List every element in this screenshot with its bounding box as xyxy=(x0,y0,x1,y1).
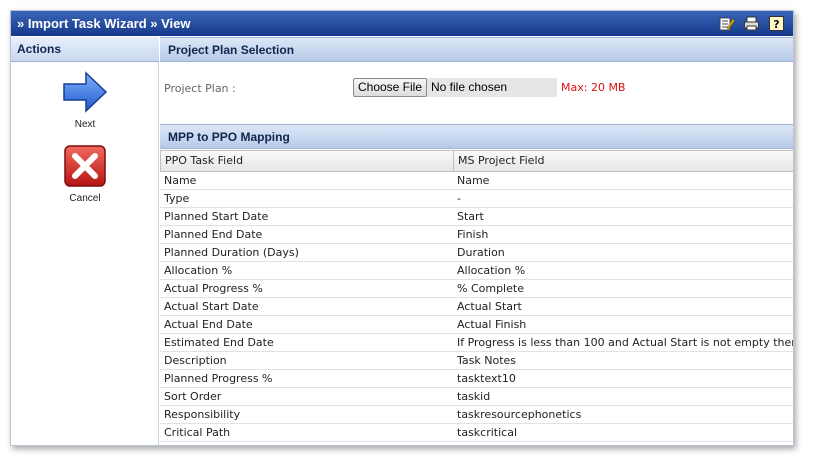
ppo-field-cell: Planned Progress % xyxy=(164,372,273,385)
table-row: Planned End Date Finish xyxy=(160,226,793,244)
ppo-field-cell: Planned Start Date xyxy=(164,210,269,223)
actions-panel: Next Cancel xyxy=(11,62,159,445)
edit-list-icon[interactable] xyxy=(718,15,735,32)
mapping-table: PPO Task Field MS Project Field Name Name… xyxy=(160,150,793,442)
ms-project-field-cell: taskid xyxy=(457,390,491,403)
ms-project-field-cell: taskresourcephonetics xyxy=(457,408,582,421)
cancel-button[interactable]: Cancel xyxy=(11,144,159,204)
ppo-field-cell: Allocation % xyxy=(164,264,233,277)
ppo-field-cell: Actual End Date xyxy=(164,318,253,331)
wizard-window: » Import Task Wizard » View ? Actions Ne… xyxy=(10,10,794,446)
table-row: Actual Progress % % Complete xyxy=(160,280,793,298)
print-icon[interactable] xyxy=(743,15,760,32)
choose-file-button[interactable]: Choose File xyxy=(353,78,427,97)
ppo-field-cell: Actual Start Date xyxy=(164,300,259,313)
ppo-field-cell: Planned End Date xyxy=(164,228,263,241)
table-row: Allocation % Allocation % xyxy=(160,262,793,280)
ms-project-field-cell: Actual Finish xyxy=(457,318,527,331)
next-button[interactable]: Next xyxy=(11,70,159,130)
ppo-field-cell: Description xyxy=(164,354,227,367)
ppo-field-cell: Type xyxy=(164,192,190,205)
table-row: Actual End Date Actual Finish xyxy=(160,316,793,334)
table-row: Critical Path taskcritical xyxy=(160,424,793,442)
ppo-field-cell: Actual Progress % xyxy=(164,282,263,295)
window-title: » Import Task Wizard » View xyxy=(17,16,191,31)
ms-project-field-cell: tasktext10 xyxy=(457,372,516,385)
ms-project-field-cell: Duration xyxy=(457,246,505,259)
ms-project-field-cell: taskcritical xyxy=(457,426,517,439)
table-row: Responsibility taskresourcephonetics xyxy=(160,406,793,424)
table-row: Estimated End Date If Progress is less th… xyxy=(160,334,793,352)
ms-project-field-cell: Start xyxy=(457,210,484,223)
svg-text:?: ? xyxy=(773,18,779,31)
ms-project-field-cell: Name xyxy=(457,174,490,187)
file-status: No file chosen xyxy=(427,78,557,97)
table-body: Name Name Type - Planned Start Date Start Plan… xyxy=(160,172,793,442)
table-header: PPO Task Field MS Project Field xyxy=(160,150,793,172)
project-plan-label: Project Plan : xyxy=(164,82,236,95)
main-content: Project Plan Selection Project Plan : Ch… xyxy=(160,37,793,445)
project-plan-row: Project Plan : Choose File No file chose… xyxy=(160,75,793,99)
ppo-field-cell: Sort Order xyxy=(164,390,222,403)
project-plan-heading: Project Plan Selection xyxy=(160,37,793,62)
ms-project-field-cell: Allocation % xyxy=(457,264,526,277)
ms-project-field-cell: Actual Start xyxy=(457,300,522,313)
ms-project-field-cell: If Progress is less than 100 and Actual … xyxy=(457,336,793,349)
window-titlebar: » Import Task Wizard » View ? xyxy=(11,11,793,36)
next-arrow-icon xyxy=(63,71,108,113)
max-size-note: Max: 20 MB xyxy=(561,81,626,94)
cancel-x-icon xyxy=(64,145,106,187)
cancel-label: Cancel xyxy=(69,193,101,204)
table-row: Name Name xyxy=(160,172,793,190)
ppo-field-cell: Responsibility xyxy=(164,408,241,421)
ms-project-field-cell: - xyxy=(457,192,461,205)
actions-heading: Actions xyxy=(11,37,159,62)
table-row: Planned Duration (Days) Duration xyxy=(160,244,793,262)
column-header-ppo[interactable]: PPO Task Field xyxy=(161,151,454,171)
ppo-field-cell: Estimated End Date xyxy=(164,336,274,349)
next-label: Next xyxy=(74,119,96,130)
ppo-field-cell: Critical Path xyxy=(164,426,231,439)
table-row: Type - xyxy=(160,190,793,208)
toolbar-icons: ? xyxy=(718,15,785,32)
help-icon[interactable]: ? xyxy=(768,15,785,32)
table-row: Planned Progress % tasktext10 xyxy=(160,370,793,388)
table-row: Planned Start Date Start xyxy=(160,208,793,226)
ms-project-field-cell: Task Notes xyxy=(457,354,517,367)
table-row: Description Task Notes xyxy=(160,352,793,370)
ppo-field-cell: Planned Duration (Days) xyxy=(164,246,299,259)
mapping-heading: MPP to PPO Mapping xyxy=(160,124,793,149)
table-row: Sort Order taskid xyxy=(160,388,793,406)
table-row: Actual Start Date Actual Start xyxy=(160,298,793,316)
ms-project-field-cell: Finish xyxy=(457,228,489,241)
ms-project-field-cell: % Complete xyxy=(457,282,524,295)
ppo-field-cell: Name xyxy=(164,174,197,187)
column-header-ms-project[interactable]: MS Project Field xyxy=(454,151,793,171)
